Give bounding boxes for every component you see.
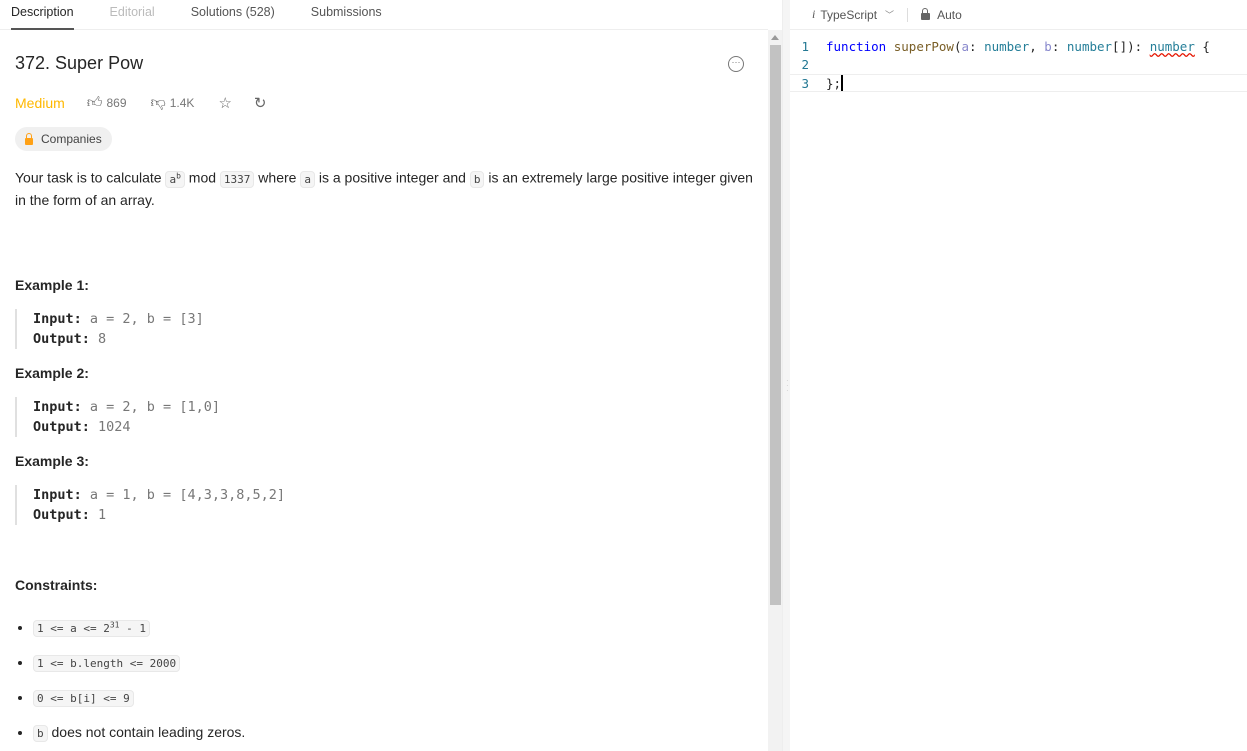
mode-label[interactable]: Auto <box>937 8 962 22</box>
problem-title: 372. Super Pow <box>15 53 144 73</box>
problem-description: Your task is to calculate ab mod 1337 wh… <box>15 169 753 208</box>
chevron-down-icon[interactable]: ﹀ <box>885 8 894 21</box>
more-options-icon[interactable]: ··· <box>728 56 744 72</box>
drag-grip-icon: · · · <box>786 376 789 395</box>
scrollbar[interactable] <box>768 30 782 751</box>
tab-editorial[interactable]: Editorial <box>110 0 155 30</box>
lock-icon <box>921 8 931 20</box>
constraints-title: Constraints: <box>15 576 98 593</box>
star-icon[interactable]: ☆ <box>218 94 231 112</box>
scrollbar-thumb[interactable] <box>770 45 781 605</box>
lock-icon <box>25 132 33 145</box>
example-3: Example 3: Input: a = 1, b = [4,3,3,8,5,… <box>15 453 753 525</box>
share-icon[interactable]: ↻ <box>254 94 267 112</box>
likes-count: 869 <box>106 96 127 110</box>
divider <box>907 7 909 22</box>
thumbs-down-icon[interactable]: 👎︎ <box>151 94 166 112</box>
dislikes-count: 1.4K <box>169 96 195 110</box>
info-icon: i <box>812 7 816 21</box>
description-panel: Description Editorial Solutions (528) Su… <box>0 0 768 751</box>
tab-description[interactable]: Description <box>11 0 74 30</box>
example-2: Example 2: Input: a = 2, b = [1,0] Output… <box>15 365 753 437</box>
code-editor[interactable]: 1 function superPow(a: number, b: number[… <box>790 38 1247 92</box>
example-1: Example 1: Input: a = 2, b = [3] Output: … <box>15 277 753 349</box>
language-select[interactable]: TypeScript <box>820 8 877 22</box>
thumbs-up-icon[interactable]: 👍︎ <box>87 94 103 112</box>
companies-button[interactable]: Companies <box>15 127 112 151</box>
difficulty-badge: Medium <box>15 95 65 111</box>
tab-bar: Description Editorial Solutions (528) Su… <box>0 0 768 30</box>
panel-resize-handle[interactable]: · · · <box>782 0 790 751</box>
constraints-list: 1 <= a <= 231 - 1 1 <= b.length <= 2000 … <box>15 615 753 746</box>
scroll-up-icon[interactable] <box>771 35 779 40</box>
code-editor-panel: i TypeScript ﹀ Auto 1 function superPow(a… <box>790 0 1247 751</box>
tab-solutions[interactable]: Solutions (528) <box>191 0 275 30</box>
tab-submissions[interactable]: Submissions <box>311 0 382 30</box>
